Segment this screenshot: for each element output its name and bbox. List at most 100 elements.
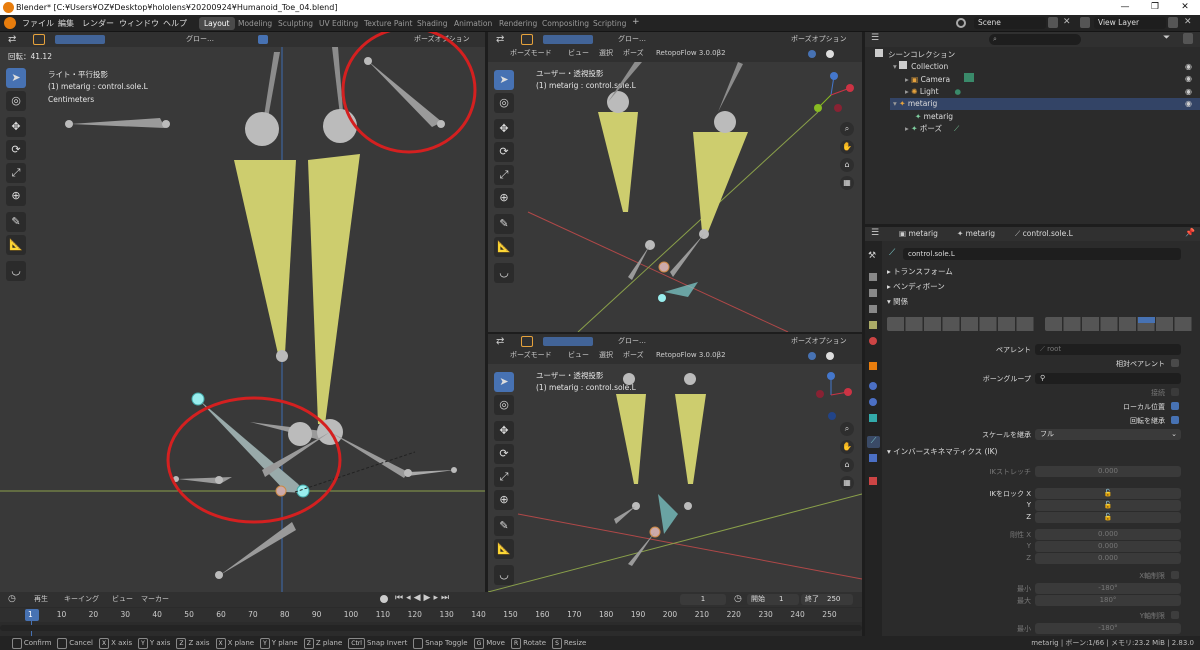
pan-hand-icon[interactable]: ✋ xyxy=(840,440,854,454)
retopoflow-menu[interactable]: RetopoFlow 3.0.0β2 xyxy=(656,348,726,363)
menu-render[interactable]: レンダー xyxy=(82,16,114,31)
cursor-tool-icon[interactable]: ◎ xyxy=(494,93,514,113)
visibility-eye-icon[interactable]: ◉ xyxy=(1185,87,1192,96)
tab-rendering[interactable]: Rendering xyxy=(494,17,542,30)
breadcrumb-object[interactable]: ▣ metarig xyxy=(899,229,938,238)
stiffness-z-field[interactable]: 0.000 xyxy=(1035,553,1181,564)
ik-stretch-field[interactable]: 0.000 xyxy=(1035,466,1181,477)
scale-tool-icon[interactable]: ⤢ xyxy=(6,163,26,183)
ortho-grid-icon[interactable]: ▦ xyxy=(840,476,854,490)
ortho-grid-icon[interactable]: ▦ xyxy=(840,176,854,190)
rotate-tool-icon[interactable]: ⟳ xyxy=(6,140,26,160)
rotate-tool-icon[interactable]: ⟳ xyxy=(494,142,514,162)
start-frame-field[interactable]: 開始 1 xyxy=(747,594,799,605)
menu-file[interactable]: ファイル xyxy=(22,16,54,31)
zoom-icon[interactable]: ⌕ xyxy=(840,122,854,136)
breadcrumb-bone[interactable]: ⟋ control.sole.L xyxy=(1015,229,1073,239)
shading-solid-icon[interactable] xyxy=(826,50,834,58)
menu-select[interactable]: 選択 xyxy=(599,348,613,363)
ik-lock-z-toggle[interactable]: 🔓 xyxy=(1035,512,1181,523)
outliner-search-input[interactable]: ⌕ xyxy=(989,34,1081,45)
bone-layers-grid-right[interactable] xyxy=(1045,317,1193,331)
pan-hand-icon[interactable]: ✋ xyxy=(840,140,854,154)
camera-view-icon[interactable]: ⌂ xyxy=(840,458,854,472)
tab-texture-paint[interactable]: Texture Paint xyxy=(359,17,417,30)
select-box-modes-icon[interactable] xyxy=(543,337,593,346)
pose-options-dropdown[interactable]: ポーズオプション xyxy=(791,32,847,47)
world-tab-icon[interactable] xyxy=(869,337,877,345)
measure-tool-icon[interactable]: 📐 xyxy=(494,539,514,559)
properties-editor-icon[interactable]: ☰ xyxy=(871,228,879,238)
relative-parent-checkbox[interactable] xyxy=(1171,359,1179,367)
menu-view[interactable]: ビュー xyxy=(568,46,589,61)
relax-tool-icon[interactable]: ◡ xyxy=(494,263,514,283)
move-tool-icon[interactable]: ✥ xyxy=(6,117,26,137)
select-box-tool-icon[interactable]: ➤ xyxy=(6,68,26,88)
navigation-gizmo[interactable] xyxy=(806,70,856,120)
visibility-eye-icon[interactable]: ◉ xyxy=(1185,99,1192,108)
select-mode-icon[interactable] xyxy=(521,336,533,347)
pin-icon[interactable]: 📌 xyxy=(1185,228,1195,237)
pose-options-dropdown[interactable]: ポーズオプション xyxy=(791,334,847,349)
blender-menu-icon[interactable] xyxy=(4,17,16,29)
new-view-layer-icon[interactable] xyxy=(1168,17,1178,28)
move-tool-icon[interactable]: ✥ xyxy=(494,119,514,139)
min-x-field[interactable]: -180° xyxy=(1035,583,1181,594)
section-ik[interactable]: ▾ インバースキネマティクス (IK) xyxy=(887,445,997,459)
bottom-right-3d-viewport[interactable]: ⇄ グロー… ポーズオプション ポーズモード ビュー 選択 ポーズ Retopo… xyxy=(488,334,862,592)
bone-group-field[interactable]: ⚲ xyxy=(1035,373,1181,384)
tab-shading[interactable]: Shading xyxy=(412,17,452,30)
object-tab-icon[interactable] xyxy=(869,362,877,370)
delete-view-layer-icon[interactable]: ✕ xyxy=(1184,17,1192,27)
timeline-menu-keying[interactable]: キーイング xyxy=(64,592,99,607)
cursor-tool-icon[interactable]: ◎ xyxy=(6,91,26,111)
output-tab-icon[interactable] xyxy=(869,289,877,297)
scale-tool-icon[interactable]: ⤢ xyxy=(494,165,514,185)
select-box-tool-icon[interactable]: ➤ xyxy=(494,372,514,392)
outliner-scene-collection[interactable]: シーンコレクション xyxy=(875,49,955,62)
tab-scripting[interactable]: Scripting xyxy=(588,17,631,30)
menu-pose[interactable]: ポーズ xyxy=(623,348,644,363)
top-right-3d-viewport[interactable]: ⇄ グロー… ポーズオプション ポーズモード ビュー 選択 ポーズ Retopo… xyxy=(488,32,862,332)
menu-window[interactable]: ウィンドウ xyxy=(119,16,159,31)
measure-tool-icon[interactable]: 📐 xyxy=(494,237,514,257)
new-scene-icon[interactable] xyxy=(1048,17,1058,28)
menu-help[interactable]: ヘルプ xyxy=(163,16,187,31)
bone-name-field[interactable]: control.sole.L xyxy=(903,248,1181,260)
current-frame-field[interactable]: 1 xyxy=(680,594,726,605)
select-mode-icon[interactable] xyxy=(521,34,533,45)
connect-checkbox[interactable] xyxy=(1171,388,1179,396)
tab-uv-editing[interactable]: UV Editing xyxy=(314,17,363,30)
visibility-eye-icon[interactable]: ◉ xyxy=(1185,62,1192,71)
left-3d-viewport[interactable]: ⇄ グロー… ポーズオプション 回転：41.12 ライト・平行投影 (1) me… xyxy=(0,32,485,592)
rotate-tool-icon[interactable]: ⟳ xyxy=(494,444,514,464)
y-limit-checkbox[interactable] xyxy=(1171,611,1179,619)
new-collection-icon[interactable] xyxy=(1183,33,1193,44)
outliner-item-pose[interactable]: ▸ ✦ ポーズ ⟋ xyxy=(905,123,959,136)
transform-tool-icon[interactable]: ⊕ xyxy=(494,490,514,510)
delete-scene-icon[interactable]: ✕ xyxy=(1063,17,1071,27)
view-layer-tab-icon[interactable] xyxy=(869,305,877,313)
outliner-editor-icon[interactable]: ☰ xyxy=(871,33,879,43)
zoom-icon[interactable]: ⌕ xyxy=(840,422,854,436)
outliner-item-camera[interactable]: ▸ ▣ Camera xyxy=(905,73,975,86)
texture-tab-icon[interactable] xyxy=(869,477,877,485)
maximize-icon[interactable]: ❐ xyxy=(1140,0,1170,15)
relax-tool-icon[interactable]: ◡ xyxy=(6,261,26,281)
local-location-checkbox[interactable] xyxy=(1171,402,1179,410)
timeline-editor-icon[interactable]: ◷ xyxy=(8,594,16,604)
retopoflow-menu[interactable]: RetopoFlow 3.0.0β2 xyxy=(656,46,726,61)
armature-tab-icon[interactable] xyxy=(869,414,877,422)
parent-field[interactable]: ⟋ root xyxy=(1035,344,1181,355)
navigation-gizmo[interactable] xyxy=(806,370,856,420)
bone-tab-icon[interactable]: ⟋ xyxy=(867,436,880,448)
menu-edit[interactable]: 編集 xyxy=(58,16,74,31)
outliner-item-light[interactable]: ▸ ✺ Light ● xyxy=(905,86,961,99)
measure-tool-icon[interactable]: 📐 xyxy=(6,235,26,255)
outliner-item-collection[interactable]: ▾ Collection xyxy=(893,61,948,74)
minimize-icon[interactable]: — xyxy=(1110,0,1140,15)
view-layer-icon[interactable] xyxy=(1080,17,1090,28)
close-icon[interactable]: ✕ xyxy=(1170,0,1200,15)
scene-tab-icon[interactable] xyxy=(869,321,877,329)
editor-type-icon[interactable]: ⇄ xyxy=(496,34,504,45)
